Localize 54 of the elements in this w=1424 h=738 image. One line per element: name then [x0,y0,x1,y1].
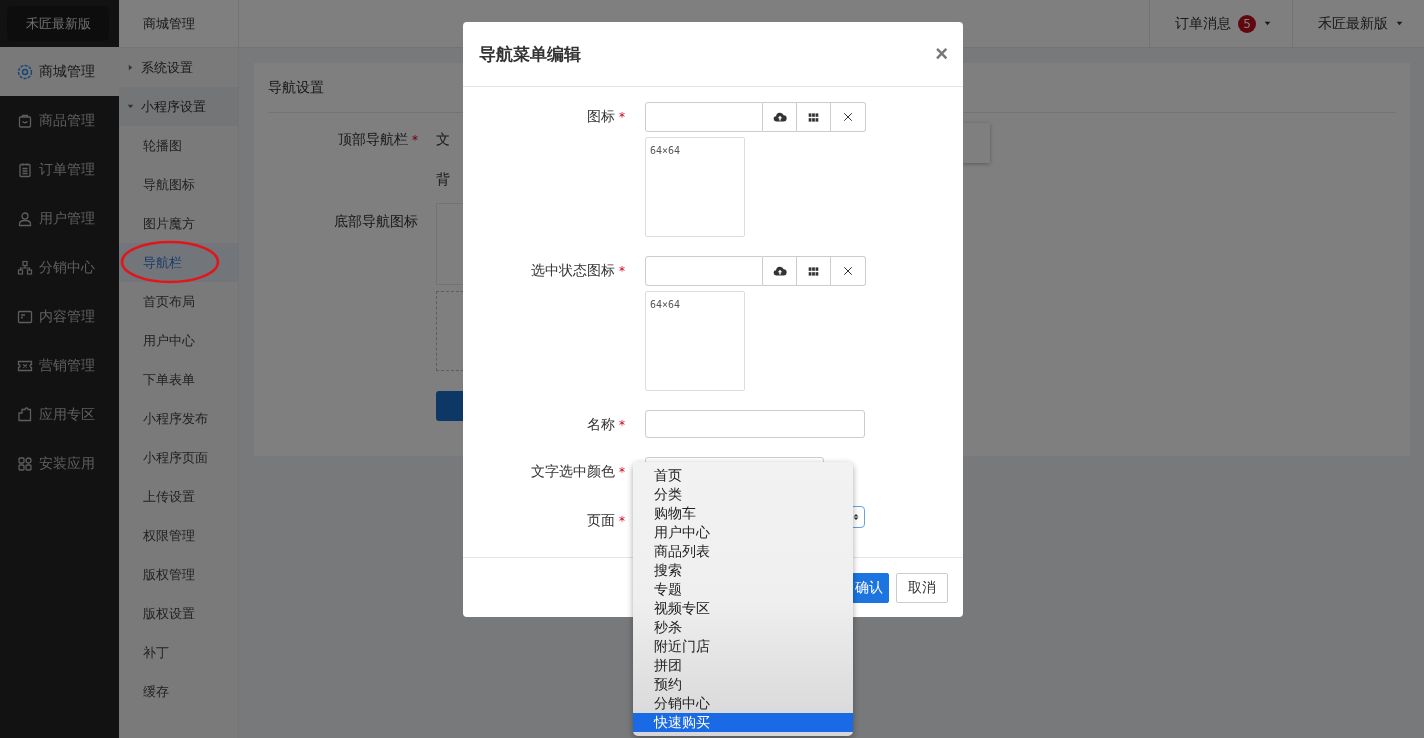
submenu-item[interactable]: 版权管理 [119,555,238,594]
dropdown-option[interactable]: 首页 [633,466,853,485]
sidebar-item[interactable]: 应用专区 [0,390,119,439]
sidebar-item[interactable]: 内容管理 [0,292,119,341]
dropdown-option[interactable]: 商品列表 [633,542,853,561]
form-label: 顶部导航栏 * [337,131,418,149]
form-label: 选中状态图标 * [530,261,625,280]
sidebar-item[interactable]: 订单管理 [0,145,119,194]
form-label: 背 [436,171,450,189]
sidebar-item[interactable]: 营销管理 [0,341,119,390]
user-menu[interactable]: 禾匠最新版 [1292,0,1424,47]
form-label: 页面 * [586,511,625,530]
submenu-item[interactable]: 用户中心 [119,321,238,360]
section-title: 商城管理 [119,0,238,48]
dialog-title: 导航菜单编辑 [479,42,581,66]
sidebar-item[interactable]: 商品管理 [0,96,119,145]
sidebar-item[interactable]: 商城管理 [0,47,119,96]
submenu-item[interactable]: 缓存 [119,672,238,711]
form-label: 文 [436,131,450,149]
submenu-item[interactable]: 下单表单 [119,360,238,399]
count-badge: 5 [1238,14,1256,33]
logo-badge: 禾匠最新版 [7,6,109,41]
size-hint: 64×64 [650,299,681,310]
form-label: 底部导航图标 [333,213,418,231]
submenu-group[interactable]: 小程序设置 [119,87,238,126]
dropdown-option[interactable]: 快速购买 [633,713,853,732]
submenu-item[interactable]: 图片魔方 [119,204,238,243]
messages-menu[interactable]: 订单消息 5 [1149,0,1292,47]
dropdown-option[interactable]: 预约 [633,675,853,694]
dropdown-option[interactable]: 秒杀 [633,618,853,637]
submenu-item[interactable]: 首页布局 [119,282,238,321]
form-label: 名称 * [586,415,625,434]
sidebar-item[interactable]: 用户管理 [0,194,119,243]
submenu-item[interactable]: 导航图标 [119,165,238,204]
submenu-item[interactable]: 上传设置 [119,477,238,516]
submenu-item[interactable]: 小程序页面 [119,438,238,477]
submenu-item[interactable]: 版权设置 [119,594,238,633]
dropdown-option[interactable]: 购物车 [633,504,853,523]
dropdown-option[interactable]: 分销中心 [633,694,853,713]
dropdown-option[interactable]: 用户中心 [633,523,853,542]
submenu-item[interactable]: 小程序发布 [119,399,238,438]
sidebar-item[interactable]: 分销中心 [0,243,119,292]
dropdown-option[interactable]: 分类 [633,485,853,504]
submenu-item[interactable]: 补丁 [119,633,238,672]
dropdown-option[interactable]: 附近门店 [633,637,853,656]
submenu-item[interactable]: 权限管理 [119,516,238,555]
size-hint: 64×64 [650,145,681,156]
dropdown-option[interactable]: 拼团 [633,656,853,675]
submenu-item[interactable]: 轮播图 [119,126,238,165]
sidebar-item[interactable]: 安装应用 [0,439,119,488]
close-button[interactable]: × [935,43,948,65]
cancel-button[interactable]: 取消 [896,572,948,603]
submenu-group[interactable]: 系统设置 [119,48,238,87]
form-label: 文字选中颜色 * [530,462,625,481]
